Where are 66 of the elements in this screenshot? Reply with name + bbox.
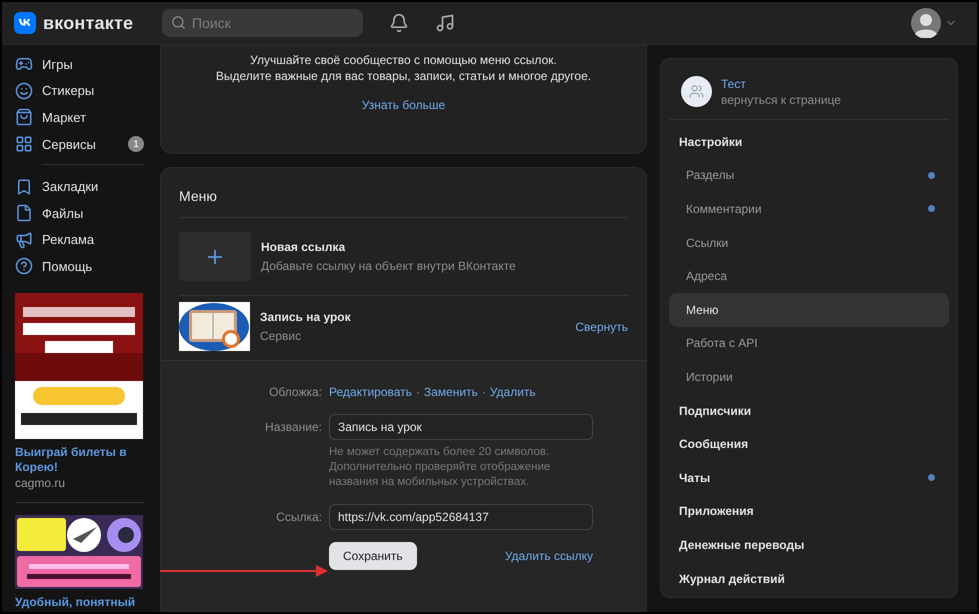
logo-text[interactable]: вконтакте	[43, 12, 134, 34]
nav-item[interactable]: Денежные переводы	[669, 528, 949, 562]
nav-item[interactable]: Приложения	[669, 494, 949, 528]
sidebar-item[interactable]: Сервисы 1	[15, 130, 144, 158]
nav-item[interactable]: Журнал действий	[669, 562, 949, 596]
sidebar-item[interactable]: Игры	[15, 51, 144, 78]
separator-dot: ·	[416, 385, 420, 399]
link-title: Запись на урок	[260, 310, 352, 324]
cover-action-link[interactable]: Удалить	[490, 385, 536, 399]
delete-link[interactable]: Удалить ссылку	[504, 549, 593, 563]
nav-item[interactable]: Комментарии	[669, 192, 949, 226]
url-label: Ссылка:	[275, 510, 323, 524]
new-link-title: Новая ссылка	[261, 240, 346, 254]
sidebar-item[interactable]: Помощь	[15, 253, 144, 280]
sidebar-item[interactable]: Реклама	[15, 226, 144, 254]
sidebar-item[interactable]: Стикеры	[15, 78, 144, 104]
save-button[interactable]: Сохранить	[329, 542, 417, 570]
nav-item[interactable]: Чаты	[669, 460, 949, 495]
nav-item[interactable]: Истории	[669, 360, 949, 394]
sidebar-item[interactable]: Закладки	[15, 173, 144, 200]
smile-icon	[15, 82, 33, 100]
community-name[interactable]: Тест	[721, 76, 937, 90]
promo-text: Выделите важные для вас товары, записи, статьи и многое другое.	[216, 68, 592, 84]
bell-icon[interactable]	[389, 13, 409, 33]
help-icon	[15, 257, 33, 276]
cover-action-link[interactable]: Заменить	[424, 385, 478, 399]
name-label: Название:	[264, 420, 323, 434]
nav-item[interactable]: Адреса	[669, 259, 949, 293]
collapse-link[interactable]: Свернуть	[575, 320, 628, 334]
search-field[interactable]: Поиск	[162, 9, 363, 37]
planner-icon	[179, 302, 250, 351]
search-icon	[171, 15, 186, 30]
sidebar-item[interactable]: Маркет	[15, 104, 144, 131]
bookmark-icon	[15, 178, 33, 196]
cover-action-link[interactable]: Редактировать	[329, 385, 412, 399]
new-link-subtitle: Добавьте ссылку на объект внутри ВКонтакте	[261, 259, 517, 273]
grid-icon	[15, 135, 33, 154]
logo-icon[interactable]	[14, 12, 36, 34]
learn-more-link[interactable]: Узнать больше	[362, 98, 446, 112]
name-hint: Не может содержать более 20 символов. Дополнительно проверяйте отображение названия на мобильных устройствах.	[329, 445, 552, 490]
count-badge: 1	[128, 136, 144, 152]
nav-item[interactable]: Ссылки	[669, 226, 949, 260]
name-field[interactable]: Запись на урок	[329, 414, 593, 440]
nav-item[interactable]: Настройки	[669, 125, 949, 159]
community-avatar-icon[interactable]	[681, 76, 712, 107]
back-to-page-text[interactable]: вернуться к странице	[721, 92, 937, 106]
url-field[interactable]: https://vk.com/app52684137	[329, 504, 593, 530]
sidebar-item[interactable]: Файлы	[15, 200, 144, 227]
separator-dot: ·	[482, 385, 486, 399]
bag-icon	[15, 108, 33, 126]
avatar-icon[interactable]	[911, 8, 941, 38]
ad-title[interactable]: Выиграй билеты в Корею!	[15, 444, 144, 475]
menu-title: Меню	[178, 187, 218, 206]
ad-source: cagmo.ru	[15, 476, 66, 490]
nav-item[interactable]: Работа с API	[669, 326, 949, 360]
music-icon[interactable]	[435, 13, 455, 33]
file-icon	[15, 204, 33, 222]
nav-item[interactable]: Разделы	[669, 158, 949, 192]
megaphone-icon	[15, 230, 33, 249]
nav-item[interactable]: Меню	[669, 292, 949, 327]
nav-item[interactable]: Подписчики	[669, 394, 949, 428]
cover-label: Обложка:	[268, 385, 323, 399]
nav-item[interactable]: Сообщения	[669, 427, 949, 461]
ad-title[interactable]: Удобный, понятный	[15, 594, 144, 610]
link-subtitle: Сервис	[260, 329, 302, 343]
promo-text: Улучшайте своё сообщество с помощью меню ссылок.	[250, 52, 557, 68]
